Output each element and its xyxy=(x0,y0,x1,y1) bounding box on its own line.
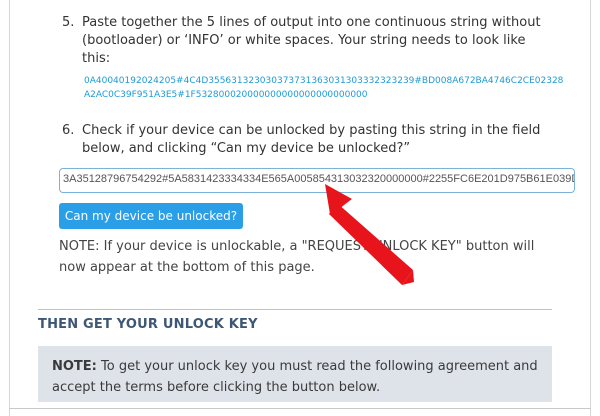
agreement-note-box: NOTE: To get your unlock key you must re… xyxy=(38,346,552,402)
step-number: 6. xyxy=(62,123,75,138)
unlockable-note: NOTE: If your device is unlockable, a "R… xyxy=(59,239,535,275)
agreement-note-label: NOTE: xyxy=(52,359,97,374)
step-text: Check if your device can be unlocked by … xyxy=(82,123,541,156)
content-left-border xyxy=(9,0,10,416)
agreement-note-text: To get your unlock key you must read the… xyxy=(52,359,538,395)
section-heading: THEN GET YOUR UNLOCK KEY xyxy=(38,317,258,332)
content-right-border xyxy=(590,0,591,416)
page-bottom-border xyxy=(9,408,591,409)
example-unlock-string: 0A40040192024205#4C4D3556313230303737313… xyxy=(84,76,564,100)
section-divider xyxy=(38,309,552,310)
step-text: Paste together the 5 lines of output int… xyxy=(82,15,541,66)
step-number: 5. xyxy=(62,15,75,30)
can-device-be-unlocked-button[interactable]: Can my device be unlocked? xyxy=(59,203,243,229)
unlock-data-input[interactable]: 3A35128796754292#5A5831423334334E565A005… xyxy=(59,168,575,193)
